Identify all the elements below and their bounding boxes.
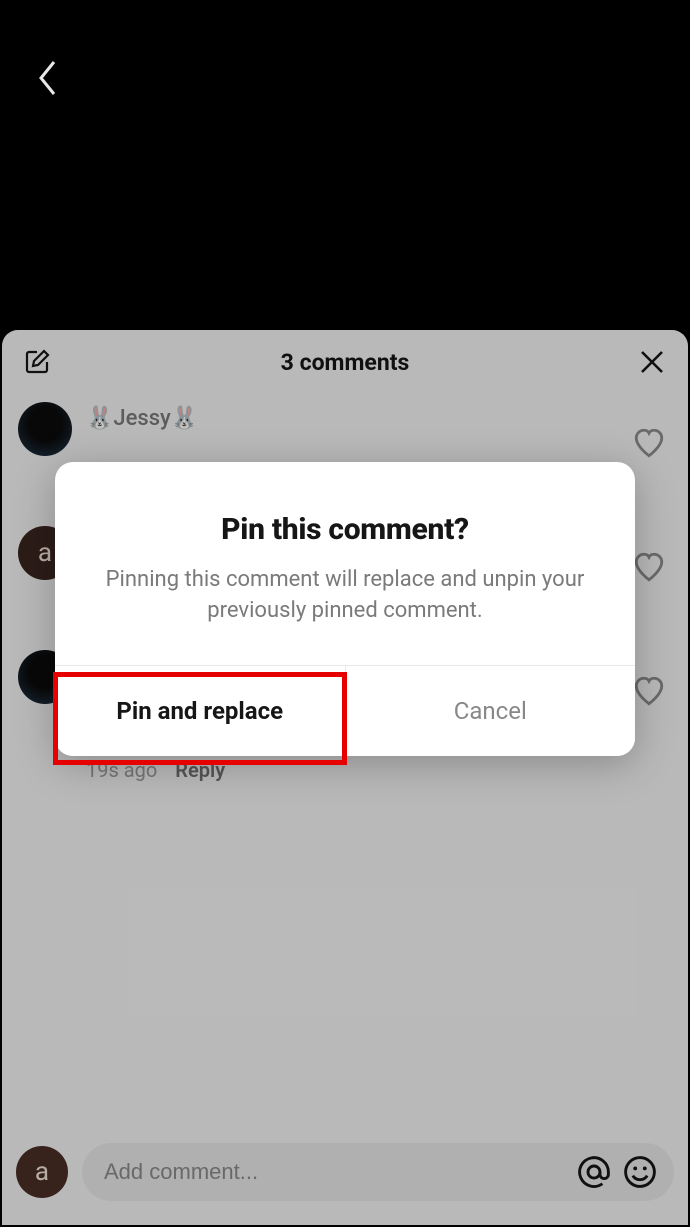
close-comments-button[interactable] bbox=[636, 346, 668, 378]
comment-composer: a bbox=[16, 1141, 674, 1203]
reply-button[interactable]: Reply bbox=[175, 758, 225, 782]
pin-comment-dialog: Pin this comment? Pinning this comment w… bbox=[55, 462, 635, 756]
emoji-button[interactable] bbox=[622, 1154, 658, 1190]
compose-button[interactable] bbox=[22, 347, 52, 377]
mention-button[interactable] bbox=[576, 1154, 612, 1190]
comment-row: 🐰Jessy🐰 bbox=[18, 402, 672, 456]
comments-count-title: 3 comments bbox=[2, 349, 688, 376]
dialog-title: Pin this comment? bbox=[55, 462, 635, 565]
pin-and-replace-button[interactable]: Pin and replace bbox=[55, 666, 345, 756]
comment-input[interactable] bbox=[104, 1159, 566, 1185]
chevron-left-icon bbox=[36, 59, 60, 97]
video-backdrop bbox=[0, 0, 690, 330]
dialog-description: Pinning this comment will replace and un… bbox=[55, 565, 635, 665]
dialog-actions: Pin and replace Cancel bbox=[55, 665, 635, 756]
like-button[interactable] bbox=[632, 426, 666, 464]
like-button[interactable] bbox=[632, 674, 666, 712]
comment-time: 19s ago bbox=[86, 758, 157, 782]
emoji-icon bbox=[622, 1154, 658, 1190]
comment-body: 🐰Jessy🐰 bbox=[86, 402, 672, 431]
like-button[interactable] bbox=[632, 550, 666, 588]
heart-icon bbox=[632, 550, 666, 584]
comments-header: 3 comments bbox=[2, 330, 688, 394]
comment-input-pill bbox=[82, 1143, 674, 1201]
at-icon bbox=[576, 1154, 612, 1190]
heart-icon bbox=[632, 674, 666, 708]
back-button[interactable] bbox=[28, 58, 68, 98]
cancel-button[interactable]: Cancel bbox=[345, 666, 636, 756]
compose-icon bbox=[23, 348, 51, 376]
comment-meta: 19s ago Reply bbox=[86, 758, 672, 782]
my-avatar[interactable]: a bbox=[16, 1146, 68, 1198]
avatar[interactable] bbox=[18, 402, 72, 456]
heart-icon bbox=[632, 426, 666, 460]
close-icon bbox=[639, 349, 665, 375]
comment-username[interactable]: 🐰Jessy🐰 bbox=[86, 406, 672, 431]
